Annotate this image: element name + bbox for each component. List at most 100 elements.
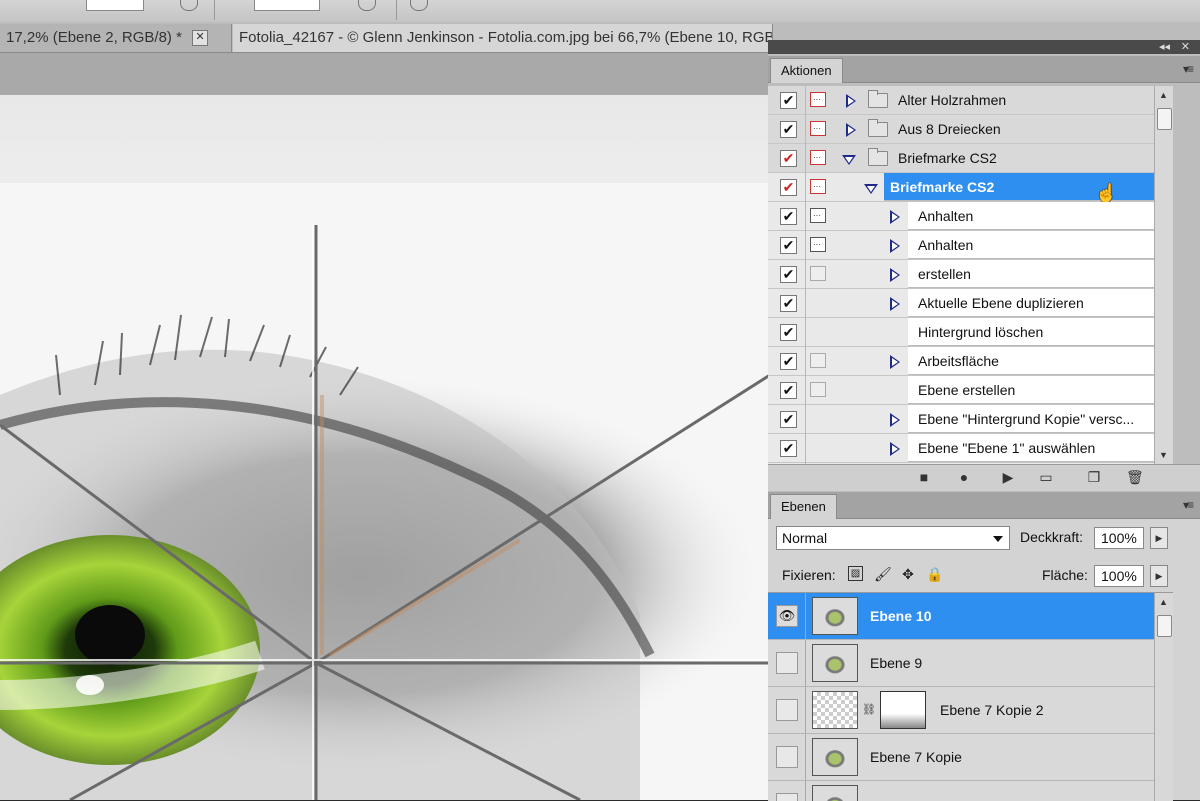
dialog-toggle-icon[interactable] [810, 237, 826, 252]
new-set-icon[interactable]: ▭ [1038, 469, 1054, 485]
layer-name[interactable]: Ebene 9 [870, 640, 922, 686]
expand-triangle-icon[interactable] [890, 239, 900, 253]
visibility-toggle[interactable] [776, 652, 798, 674]
dock-header[interactable]: ◂◂ ✕ [768, 40, 1200, 54]
expand-triangle-icon[interactable] [890, 355, 900, 369]
scroll-down-icon[interactable]: ▼ [1159, 450, 1168, 460]
record-icon[interactable]: ● [956, 469, 972, 485]
eye-icon[interactable]: 👁 [776, 605, 798, 627]
action-step-row[interactable]: ✔ Ebene erstellen [768, 376, 1154, 405]
scroll-up-icon[interactable]: ▲ [1159, 90, 1168, 100]
step-box[interactable]: Anhalten [908, 231, 1154, 259]
expand-triangle-icon[interactable] [890, 268, 900, 282]
link-chain-icon[interactable]: ⛓ [862, 703, 876, 716]
checkmark-icon[interactable]: ✔ [780, 150, 797, 167]
checkmark-icon[interactable]: ✔ [780, 324, 797, 341]
blend-mode-select[interactable]: Normal [776, 526, 1010, 550]
actions-list[interactable]: ✔ Alter Holzrahmen ✔ Aus 8 Dreiecken ✔ B… [768, 86, 1154, 464]
dialog-toggle-icon[interactable] [810, 92, 826, 107]
lock-brush-icon[interactable]: 🖌 [874, 566, 892, 582]
dialog-toggle-icon[interactable] [810, 179, 826, 194]
checkmark-icon[interactable]: ✔ [780, 92, 797, 109]
document-canvas[interactable] [0, 95, 770, 800]
action-set-row[interactable]: ✔ Aus 8 Dreiecken [768, 115, 1154, 144]
checkmark-icon[interactable]: ✔ [780, 266, 797, 283]
new-action-icon[interactable]: ❐ [1086, 469, 1102, 485]
fill-slider-button[interactable]: ▶ [1150, 565, 1168, 587]
dialog-toggle-icon[interactable] [810, 266, 826, 281]
action-set-row[interactable]: ✔ Alter Holzrahmen [768, 86, 1154, 115]
layer-row-selected[interactable]: 👁 Ebene 10 [768, 593, 1154, 640]
dialog-toggle-icon[interactable] [810, 208, 826, 223]
expand-triangle-icon[interactable] [890, 413, 900, 427]
canvas-area[interactable] [0, 53, 770, 800]
expand-triangle-icon[interactable] [890, 210, 900, 224]
checkmark-icon[interactable]: ✔ [780, 411, 797, 428]
checkmark-icon[interactable]: ✔ [780, 440, 797, 457]
opacity-input[interactable]: 100% [1094, 527, 1144, 549]
scroll-thumb[interactable] [1157, 615, 1172, 637]
checkmark-icon[interactable]: ✔ [780, 382, 797, 399]
action-step-row[interactable]: ✔ Anhalten [768, 231, 1154, 260]
dialog-toggle-icon[interactable] [810, 150, 826, 165]
layer-row[interactable]: Ebene 9 [768, 640, 1154, 687]
options-field-1[interactable] [86, 0, 144, 11]
close-icon[interactable]: ✕ [1181, 40, 1190, 54]
visibility-toggle[interactable] [776, 699, 798, 721]
action-set-row[interactable]: ✔ Briefmarke CS2 [768, 144, 1154, 173]
action-row-selected[interactable]: ✔ Briefmarke CS2 ☝ [768, 173, 1154, 203]
collapse-triangle-icon[interactable] [842, 155, 856, 165]
checkmark-icon[interactable]: ✔ [780, 208, 797, 225]
dialog-toggle-icon[interactable] [810, 382, 826, 397]
action-step-row[interactable]: ✔ Aktuelle Ebene duplizieren [768, 289, 1154, 318]
trash-icon[interactable]: 🗑 [1126, 469, 1144, 485]
document-tab-active[interactable]: Fotolia_42167 - © Glenn Jenkinson - Foto… [233, 24, 773, 52]
action-step-row[interactable]: ✔ Hintergrund löschen [768, 318, 1154, 347]
action-step-row[interactable]: ✔ Arbeitsfläche [768, 347, 1154, 376]
collapse-panels-icon[interactable]: ◂◂ [1159, 40, 1170, 54]
close-icon[interactable]: ✕ [192, 30, 209, 47]
lock-move-icon[interactable]: ✥ [900, 566, 916, 582]
layer-name[interactable]: Ebene 7 Kopie [870, 734, 962, 780]
scroll-thumb[interactable] [1157, 108, 1172, 130]
tab-layers[interactable]: Ebenen [770, 494, 837, 519]
dialog-toggle-icon[interactable] [810, 353, 826, 368]
tablet-pressure-icon[interactable] [410, 0, 428, 11]
checkmark-icon[interactable]: ✔ [780, 353, 797, 370]
step-box[interactable]: Arbeitsfläche [908, 347, 1154, 375]
scroll-up-icon[interactable]: ▲ [1159, 597, 1168, 607]
panel-menu-icon[interactable]: ▾≡ [1183, 498, 1194, 512]
actions-scrollbar[interactable]: ▲ ▼ [1154, 86, 1173, 464]
collapse-triangle-icon[interactable] [864, 184, 878, 194]
layers-list[interactable]: 👁 Ebene 10 Ebene 9 ⛓ Ebene 7 Kopie 2 Ebe… [768, 592, 1154, 801]
step-box[interactable]: Aktuelle Ebene duplizieren [908, 289, 1154, 317]
action-step-row[interactable]: ✔ Ebene "Hintergrund Kopie" versc... [768, 405, 1154, 434]
step-box[interactable]: Ebene erstellen [908, 376, 1154, 404]
expand-triangle-icon[interactable] [890, 442, 900, 456]
step-box[interactable]: Anhalten [908, 202, 1154, 230]
lock-all-icon[interactable]: 🔒 [926, 566, 943, 582]
step-box[interactable]: Ebene "Ebene 1" auswählen [908, 434, 1154, 462]
expand-triangle-icon[interactable] [890, 297, 900, 311]
pen-pressure-icon[interactable] [358, 0, 376, 11]
document-tab[interactable]: 17,2% (Ebene 2, RGB/8) * ✕ [0, 24, 232, 52]
layer-row[interactable]: Ebene 7 Kopie [768, 734, 1154, 781]
visibility-toggle[interactable] [776, 746, 798, 768]
layer-row[interactable] [768, 781, 1154, 801]
play-icon[interactable]: ▶ [1000, 469, 1016, 485]
expand-triangle-icon[interactable] [846, 123, 856, 137]
action-step-row[interactable]: ✔ Anhalten [768, 202, 1154, 231]
layers-scrollbar[interactable]: ▲ [1154, 592, 1173, 801]
lock-transparency-icon[interactable]: ▨ [848, 566, 863, 581]
step-box[interactable]: Hintergrund löschen [908, 318, 1154, 346]
step-box[interactable]: Ebene "Hintergrund Kopie" versc... [908, 405, 1154, 433]
layer-name[interactable]: Ebene 7 Kopie 2 [940, 687, 1044, 733]
airbrush-icon[interactable] [180, 0, 198, 11]
options-field-2[interactable] [254, 0, 320, 11]
checkmark-icon[interactable]: ✔ [780, 295, 797, 312]
tab-actions[interactable]: Aktionen [770, 58, 843, 83]
layer-row[interactable]: ⛓ Ebene 7 Kopie 2 [768, 687, 1154, 734]
panel-menu-icon[interactable]: ▾≡ [1183, 62, 1194, 76]
checkmark-icon[interactable]: ✔ [780, 121, 797, 138]
stop-icon[interactable]: ■ [916, 469, 932, 485]
